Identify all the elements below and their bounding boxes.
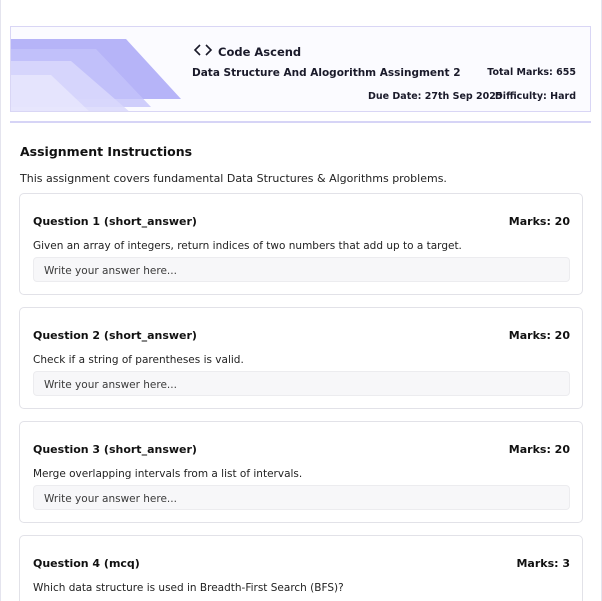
- brand-name: Code Ascend: [218, 45, 302, 59]
- question-marks: Marks: 3: [516, 557, 570, 570]
- question-card-1: Question 1 (short_answer) Marks: 20 Give…: [19, 193, 583, 295]
- header-decoration: [11, 39, 181, 111]
- question-title: Question 4 (mcq): [33, 557, 140, 570]
- instructions-heading: Assignment Instructions: [20, 144, 193, 159]
- question-text: Merge overlapping intervals from a list …: [33, 468, 303, 480]
- code-brackets-icon: [193, 44, 213, 56]
- question-text: Which data structure is used in Breadth-…: [33, 582, 344, 594]
- question-marks: Marks: 20: [508, 443, 570, 456]
- header-divider: [10, 121, 591, 123]
- brand: Code Ascend: [193, 41, 301, 59]
- question-text: Given an array of integers, return indic…: [33, 240, 462, 252]
- question-card-2: Question 2 (short_answer) Marks: 20 Chec…: [19, 307, 583, 409]
- question-title: Question 1 (short_answer): [33, 215, 197, 228]
- answer-input[interactable]: [33, 257, 570, 282]
- question-title: Question 2 (short_answer): [33, 329, 197, 342]
- assignment-header: Code Ascend Data Structure And Alogorith…: [10, 26, 591, 112]
- difficulty-badge: Difficulty: Hard: [494, 91, 576, 102]
- due-date: Due Date: 27th Sep 2025: [368, 91, 503, 102]
- answer-input[interactable]: [33, 371, 570, 396]
- question-text: Check if a string of parentheses is vali…: [33, 354, 244, 366]
- question-card-3: Question 3 (short_answer) Marks: 20 Merg…: [19, 421, 583, 523]
- instructions-text: This assignment covers fundamental Data …: [20, 172, 447, 185]
- question-card-4: Question 4 (mcq) Marks: 3 Which data str…: [19, 535, 583, 601]
- total-marks: Total Marks: 655: [487, 67, 576, 78]
- answer-input[interactable]: [33, 485, 570, 510]
- assignment-title: Data Structure And Alogorithm Assingment…: [192, 67, 461, 79]
- question-marks: Marks: 20: [508, 329, 570, 342]
- question-marks: Marks: 20: [508, 215, 570, 228]
- question-title: Question 3 (short_answer): [33, 443, 197, 456]
